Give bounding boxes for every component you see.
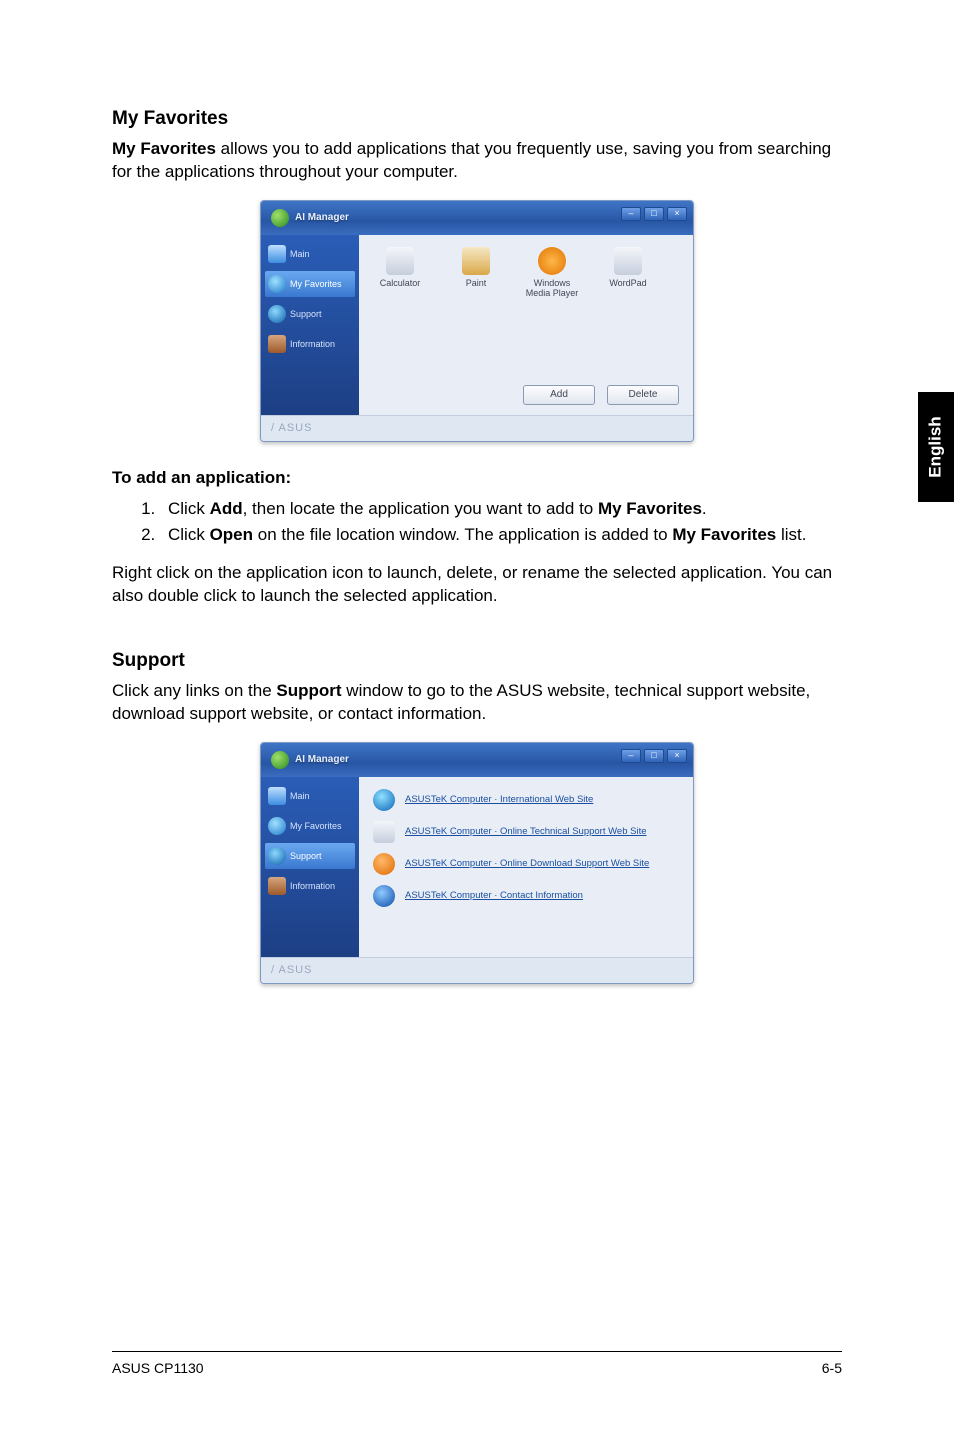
globe-icon <box>373 789 395 811</box>
support-icon <box>268 305 286 323</box>
information-icon <box>268 335 286 353</box>
favorite-paint[interactable]: Paint <box>449 247 503 298</box>
steps-list: Click Add, then locate the application y… <box>160 496 842 548</box>
window-footer-2: / ASUS <box>261 957 693 983</box>
document-page: English My Favorites My Favorites allows… <box>0 0 954 1438</box>
download-icon <box>373 853 395 875</box>
paragraph-fav-outro: Right click on the application icon to l… <box>112 562 842 608</box>
favorites-content: Calculator Paint Windows Media Player Wo… <box>359 235 693 415</box>
sidebar-item-support[interactable]: Support <box>265 301 355 327</box>
window-title-text-2: AI Manager <box>295 754 349 765</box>
footer-left: ASUS CP1130 <box>112 1360 204 1376</box>
sidebar-item-main-2[interactable]: Main <box>265 783 355 809</box>
support-link-contact[interactable]: ASUSTeK Computer · Contact Information <box>405 890 583 901</box>
sidebar-item-main[interactable]: Main <box>265 241 355 267</box>
step-2: Click Open on the file location window. … <box>160 522 842 548</box>
maximize-button[interactable]: □ <box>644 207 664 221</box>
paragraph-fav-intro: My Favorites allows you to add applicati… <box>112 138 842 184</box>
sidebar-2: Main My Favorites Support Information <box>261 777 359 957</box>
favorites-icon <box>268 275 286 293</box>
app-logo-icon-2 <box>271 751 289 769</box>
favorite-calculator[interactable]: Calculator <box>373 247 427 298</box>
subheading-add-app: To add an application: <box>112 468 842 488</box>
minimize-button-2[interactable]: – <box>621 749 641 763</box>
delete-button[interactable]: Delete <box>607 385 679 405</box>
window-controls-2: – □ × <box>621 749 687 763</box>
footer-right: 6-5 <box>822 1360 842 1376</box>
favorites-button-row: Add Delete <box>523 385 679 405</box>
screenshot-support-wrap: AI Manager – □ × Main My Favorites Suppo… <box>112 742 842 984</box>
window-title-text: AI Manager <box>295 212 349 223</box>
window-titlebar-2: AI Manager – □ × <box>261 743 693 777</box>
main-icon <box>268 245 286 263</box>
sidebar-item-support-2[interactable]: Support <box>265 843 355 869</box>
heading-support: Support <box>112 650 842 672</box>
information-icon-2 <box>268 877 286 895</box>
bold-my-favorites: My Favorites <box>112 139 216 158</box>
support-link-row-2: ASUSTeK Computer · Online Technical Supp… <box>373 821 679 843</box>
support-icon-2 <box>268 847 286 865</box>
paragraph-sup-intro: Click any links on the Support window to… <box>112 680 842 726</box>
close-button[interactable]: × <box>667 207 687 221</box>
tech-support-icon <box>373 821 395 843</box>
window-footer: / ASUS <box>261 415 693 441</box>
window-titlebar: AI Manager – □ × <box>261 201 693 235</box>
calculator-icon <box>386 247 414 275</box>
language-tab: English <box>918 392 954 502</box>
favorite-wmp[interactable]: Windows Media Player <box>525 247 579 298</box>
sidebar-item-information[interactable]: Information <box>265 331 355 357</box>
sidebar-item-information-2[interactable]: Information <box>265 873 355 899</box>
ai-manager-window-favorites: AI Manager – □ × Main My Favorites Suppo… <box>260 200 694 442</box>
favorites-icon-2 <box>268 817 286 835</box>
support-links-list: ASUSTeK Computer · International Web Sit… <box>373 789 679 907</box>
main-icon-2 <box>268 787 286 805</box>
ai-manager-window-support: AI Manager – □ × Main My Favorites Suppo… <box>260 742 694 984</box>
favorite-wordpad[interactable]: WordPad <box>601 247 655 298</box>
heading-my-favorites: My Favorites <box>112 108 842 130</box>
support-content: ASUSTeK Computer · International Web Sit… <box>359 777 693 957</box>
app-logo-icon <box>271 209 289 227</box>
maximize-button-2[interactable]: □ <box>644 749 664 763</box>
support-link-row-1: ASUSTeK Computer · International Web Sit… <box>373 789 679 811</box>
paint-icon <box>462 247 490 275</box>
minimize-button[interactable]: – <box>621 207 641 221</box>
support-link-row-3: ASUSTeK Computer · Online Download Suppo… <box>373 853 679 875</box>
add-button[interactable]: Add <box>523 385 595 405</box>
media-player-icon <box>538 247 566 275</box>
close-button-2[interactable]: × <box>667 749 687 763</box>
support-link-download[interactable]: ASUSTeK Computer · Online Download Suppo… <box>405 858 649 869</box>
sidebar: Main My Favorites Support Information <box>261 235 359 415</box>
support-link-international[interactable]: ASUSTeK Computer · International Web Sit… <box>405 794 593 805</box>
sidebar-item-favorites-2[interactable]: My Favorites <box>265 813 355 839</box>
favorites-grid: Calculator Paint Windows Media Player Wo… <box>373 247 679 298</box>
window-controls: – □ × <box>621 207 687 221</box>
window-body-2: Main My Favorites Support Information AS… <box>261 777 693 957</box>
window-body: Main My Favorites Support Information Ca… <box>261 235 693 415</box>
sidebar-item-favorites[interactable]: My Favorites <box>265 271 355 297</box>
support-link-technical[interactable]: ASUSTeK Computer · Online Technical Supp… <box>405 826 647 837</box>
page-footer: ASUS CP1130 6-5 <box>112 1351 842 1376</box>
support-link-row-4: ASUSTeK Computer · Contact Information <box>373 885 679 907</box>
step-1: Click Add, then locate the application y… <box>160 496 842 522</box>
contact-icon <box>373 885 395 907</box>
wordpad-icon <box>614 247 642 275</box>
screenshot-favorites-wrap: AI Manager – □ × Main My Favorites Suppo… <box>112 200 842 442</box>
language-tab-label: English <box>926 416 946 477</box>
